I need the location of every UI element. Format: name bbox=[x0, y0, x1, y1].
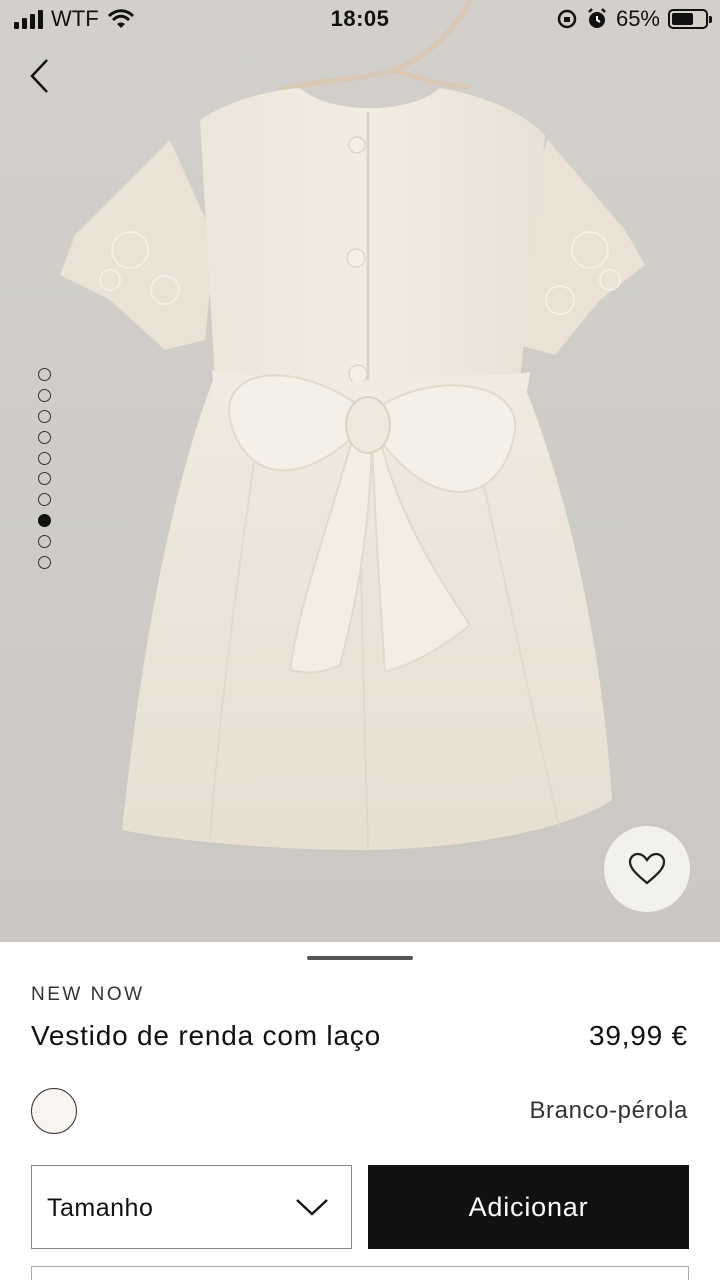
back-button[interactable] bbox=[22, 54, 62, 98]
product-photo bbox=[60, 0, 645, 850]
next-section-edge bbox=[31, 1266, 689, 1280]
product-price: 39,99 € bbox=[588, 1020, 688, 1051]
heart-outline-icon bbox=[628, 852, 666, 885]
size-select[interactable]: Tamanho bbox=[31, 1165, 352, 1249]
add-to-cart-label: Adicionar bbox=[468, 1191, 589, 1222]
status-right: 65% bbox=[556, 6, 712, 32]
add-to-cart-button[interactable]: Adicionar bbox=[368, 1165, 689, 1249]
pager-dot[interactable] bbox=[38, 430, 51, 444]
chevron-left-icon bbox=[30, 59, 48, 93]
product-detail-screen: WTF 18:05 65% NEW NOW Vestido de renda c… bbox=[0, 0, 720, 1280]
pager-dot[interactable] bbox=[38, 451, 51, 465]
battery-percent: 65% bbox=[615, 6, 660, 31]
color-swatch[interactable] bbox=[31, 1088, 77, 1134]
product-info-sheet: NEW NOW Vestido de renda com laço 39,99 … bbox=[0, 942, 720, 1280]
pager-dot[interactable] bbox=[38, 514, 51, 528]
pager-dot[interactable] bbox=[38, 472, 51, 486]
status-bar: WTF 18:05 65% bbox=[0, 0, 720, 40]
battery-level bbox=[672, 13, 693, 25]
image-pager[interactable] bbox=[38, 368, 54, 577]
battery-icon bbox=[668, 9, 712, 29]
alarm-icon bbox=[588, 8, 606, 28]
pager-dot[interactable] bbox=[38, 556, 51, 570]
product-image-gallery[interactable]: WTF 18:05 65% bbox=[0, 0, 720, 942]
product-tag: NEW NOW bbox=[31, 984, 145, 1005]
chevron-down-icon bbox=[296, 1199, 328, 1216]
pager-dot[interactable] bbox=[38, 368, 51, 381]
product-name: Vestido de renda com laço bbox=[31, 1020, 381, 1051]
pager-dot[interactable] bbox=[38, 409, 51, 423]
rotation-lock-icon bbox=[557, 9, 577, 29]
wishlist-button[interactable] bbox=[604, 826, 690, 912]
color-name: Branco-pérola bbox=[529, 1097, 688, 1124]
pager-dot[interactable] bbox=[38, 493, 51, 507]
pager-dot[interactable] bbox=[38, 388, 51, 402]
sheet-drag-handle[interactable] bbox=[307, 956, 413, 960]
size-select-label: Tamanho bbox=[47, 1194, 154, 1222]
pager-dot[interactable] bbox=[38, 535, 51, 549]
